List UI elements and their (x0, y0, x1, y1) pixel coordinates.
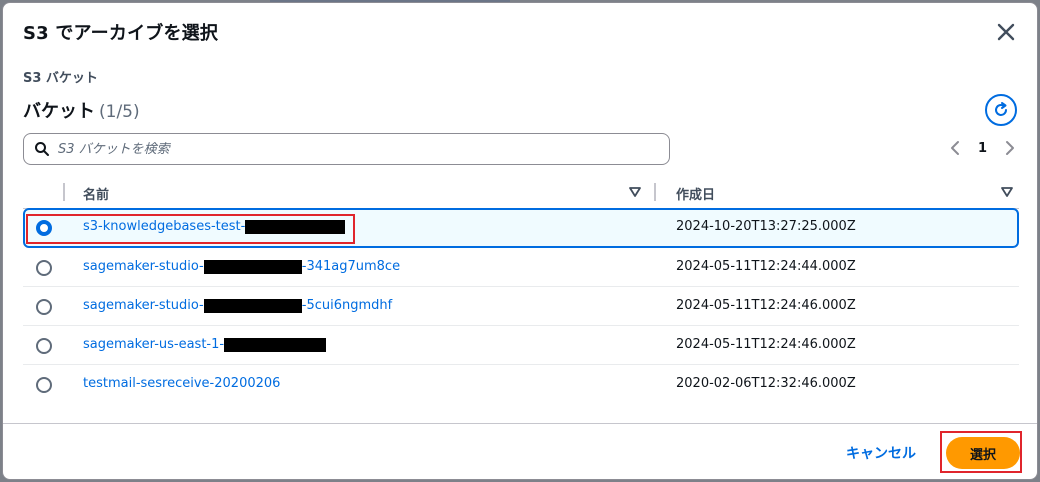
redaction-block (245, 219, 346, 234)
cancel-button[interactable]: キャンセル (846, 443, 916, 463)
row-radio[interactable] (36, 338, 52, 354)
redaction-block (203, 259, 302, 274)
select-archive-modal: S3 でアーカイブを選択 S3 バケット バケット(1/5) 1 (2, 2, 1038, 480)
bucket-name: sagemaker-us-east-1- (83, 337, 225, 352)
row-radio[interactable] (36, 260, 52, 276)
sort-down-icon[interactable] (629, 186, 641, 198)
created-date: 2024-05-11T12:24:46.000Z (676, 298, 856, 313)
bucket-name: sagemaker-studio- (83, 259, 204, 274)
bucket-name-link[interactable]: sagemaker-us-east-1- (83, 337, 327, 352)
bucket-heading-text: バケット (23, 101, 95, 122)
row-radio[interactable] (36, 377, 52, 393)
bucket-heading: バケット (1/5) (23, 97, 140, 123)
redaction-block (224, 337, 327, 352)
chevron-right-icon (1006, 141, 1014, 155)
created-date: 2020-02-06T12:32:46.000Z (676, 376, 856, 391)
bucket-name-link[interactable]: sagemaker-studio- -5cui6ngmdhf (83, 298, 392, 313)
refresh-button[interactable] (985, 94, 1017, 126)
column-header-name[interactable]: 名前 (83, 184, 109, 203)
column-divider (654, 183, 656, 201)
close-icon (997, 23, 1015, 41)
table-row[interactable]: sagemaker-studio- -341ag7um8ce 2024-05-11… (23, 248, 1019, 287)
section-label: S3 バケット (23, 71, 98, 86)
column-header-created[interactable]: 作成日 (676, 184, 715, 203)
table-row[interactable]: s3-knowledgebases-test- 2024-10-20T13:27… (23, 208, 1019, 248)
redaction-block (203, 298, 302, 313)
table-row[interactable]: testmail-sesreceive-20200206 2020-02-06T… (23, 365, 1019, 404)
next-page-button[interactable] (1001, 139, 1019, 157)
bucket-name: testmail-sesreceive-20200206 (83, 376, 281, 391)
search-icon (35, 142, 49, 156)
select-button[interactable]: 選択 (946, 437, 1020, 469)
bucket-name-link[interactable]: testmail-sesreceive-20200206 (83, 376, 280, 391)
bucket-count: (1/5) (99, 102, 140, 122)
row-radio[interactable] (36, 220, 52, 236)
search-box (23, 133, 670, 165)
bucket-name: sagemaker-studio- (83, 298, 204, 313)
column-divider (63, 183, 65, 201)
bucket-table: 名前 作成日 s3-knowledgebases-test- 2024-10-2… (23, 175, 1019, 404)
chevron-left-icon (950, 141, 959, 155)
bucket-name: s3-knowledgebases-test- (83, 219, 246, 234)
bucket-name-suffix: -341ag7um8ce (301, 259, 401, 274)
created-date: 2024-05-11T12:24:46.000Z (676, 337, 856, 352)
prev-page-button[interactable] (946, 139, 964, 157)
row-radio[interactable] (36, 299, 52, 315)
created-date: 2024-10-20T13:27:25.000Z (676, 219, 856, 234)
sort-down-icon[interactable] (1001, 186, 1013, 198)
search-input[interactable] (58, 141, 638, 157)
modal-header: S3 でアーカイブを選択 (3, 3, 1037, 63)
modal-title: S3 でアーカイブを選択 (23, 23, 219, 44)
bucket-name-suffix: -5cui6ngmdhf (301, 298, 393, 313)
table-row[interactable]: sagemaker-us-east-1- 2024-05-11T12:24:46… (23, 326, 1019, 365)
close-button[interactable] (993, 19, 1019, 45)
table-header: 名前 作成日 (23, 175, 1019, 209)
refresh-icon (995, 102, 1007, 116)
bucket-name-link[interactable]: s3-knowledgebases-test- (83, 219, 346, 234)
bucket-name-link[interactable]: sagemaker-studio- -341ag7um8ce (83, 259, 400, 274)
footer-divider (3, 423, 1037, 424)
page-number[interactable]: 1 (978, 141, 987, 156)
table-row[interactable]: sagemaker-studio- -5cui6ngmdhf 2024-05-11… (23, 287, 1019, 326)
created-date: 2024-05-11T12:24:44.000Z (676, 259, 856, 274)
pagination: 1 (946, 139, 1019, 157)
